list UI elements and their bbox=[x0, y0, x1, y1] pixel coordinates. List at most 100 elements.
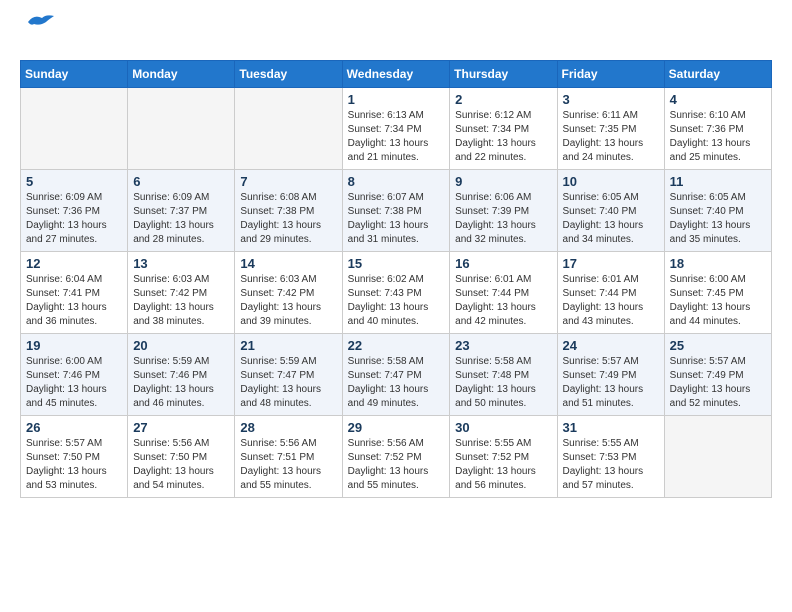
day-number: 6 bbox=[133, 174, 229, 189]
weekday-header: Tuesday bbox=[235, 61, 342, 88]
weekday-header: Thursday bbox=[450, 61, 557, 88]
day-info: Sunrise: 6:13 AMSunset: 7:34 PMDaylight:… bbox=[348, 109, 445, 165]
calendar-day-cell: 31 Sunrise: 5:55 AMSunset: 7:53 PMDayligh… bbox=[557, 416, 664, 498]
weekday-header: Sunday bbox=[21, 61, 128, 88]
day-number: 4 bbox=[670, 92, 766, 107]
calendar-day-cell: 3 Sunrise: 6:11 AMSunset: 7:35 PMDaylight… bbox=[557, 88, 664, 170]
calendar-day-cell: 30 Sunrise: 5:55 AMSunset: 7:52 PMDayligh… bbox=[450, 416, 557, 498]
day-info: Sunrise: 5:59 AMSunset: 7:47 PMDaylight:… bbox=[240, 355, 336, 411]
day-number: 13 bbox=[133, 256, 229, 271]
day-number: 24 bbox=[563, 338, 659, 353]
calendar-day-cell: 8 Sunrise: 6:07 AMSunset: 7:38 PMDaylight… bbox=[342, 170, 450, 252]
day-number: 28 bbox=[240, 420, 336, 435]
day-number: 22 bbox=[348, 338, 445, 353]
day-number: 30 bbox=[455, 420, 551, 435]
day-info: Sunrise: 5:57 AMSunset: 7:49 PMDaylight:… bbox=[563, 355, 659, 411]
day-info: Sunrise: 6:11 AMSunset: 7:35 PMDaylight:… bbox=[563, 109, 659, 165]
day-info: Sunrise: 5:55 AMSunset: 7:53 PMDaylight:… bbox=[563, 437, 659, 493]
day-number: 18 bbox=[670, 256, 766, 271]
calendar-day-cell: 4 Sunrise: 6:10 AMSunset: 7:36 PMDaylight… bbox=[664, 88, 771, 170]
day-info: Sunrise: 6:07 AMSunset: 7:38 PMDaylight:… bbox=[348, 191, 445, 247]
calendar-day-cell: 23Sunrise: 5:58 AMSunset: 7:48 PMDayligh… bbox=[450, 334, 557, 416]
day-number: 2 bbox=[455, 92, 551, 107]
day-info: Sunrise: 5:57 AMSunset: 7:50 PMDaylight:… bbox=[26, 437, 122, 493]
day-number: 20 bbox=[133, 338, 229, 353]
calendar-day-cell: 29 Sunrise: 5:56 AMSunset: 7:52 PMDayligh… bbox=[342, 416, 450, 498]
day-number: 11 bbox=[670, 174, 766, 189]
calendar-day-cell: 15 Sunrise: 6:02 AMSunset: 7:43 PMDayligh… bbox=[342, 252, 450, 334]
day-info: Sunrise: 6:05 AMSunset: 7:40 PMDaylight:… bbox=[563, 191, 659, 247]
day-number: 31 bbox=[563, 420, 659, 435]
page-header bbox=[20, 20, 772, 44]
day-number: 17 bbox=[563, 256, 659, 271]
day-info: Sunrise: 6:04 AMSunset: 7:41 PMDaylight:… bbox=[26, 273, 122, 329]
calendar-day-cell: 11 Sunrise: 6:05 AMSunset: 7:40 PMDayligh… bbox=[664, 170, 771, 252]
day-info: Sunrise: 5:56 AMSunset: 7:50 PMDaylight:… bbox=[133, 437, 229, 493]
day-number: 1 bbox=[348, 92, 445, 107]
calendar-day-cell: 9 Sunrise: 6:06 AMSunset: 7:39 PMDaylight… bbox=[450, 170, 557, 252]
day-number: 5 bbox=[26, 174, 122, 189]
calendar-day-cell bbox=[128, 88, 235, 170]
calendar-week-row: 26 Sunrise: 5:57 AMSunset: 7:50 PMDayligh… bbox=[21, 416, 772, 498]
day-number: 10 bbox=[563, 174, 659, 189]
calendar-day-cell: 18 Sunrise: 6:00 AMSunset: 7:45 PMDayligh… bbox=[664, 252, 771, 334]
calendar-day-cell: 7 Sunrise: 6:08 AMSunset: 7:38 PMDaylight… bbox=[235, 170, 342, 252]
day-number: 7 bbox=[240, 174, 336, 189]
day-info: Sunrise: 6:01 AMSunset: 7:44 PMDaylight:… bbox=[455, 273, 551, 329]
calendar-day-cell: 12 Sunrise: 6:04 AMSunset: 7:41 PMDayligh… bbox=[21, 252, 128, 334]
day-info: Sunrise: 5:58 AMSunset: 7:48 PMDaylight:… bbox=[455, 355, 551, 411]
day-info: Sunrise: 5:56 AMSunset: 7:52 PMDaylight:… bbox=[348, 437, 445, 493]
weekday-header: Wednesday bbox=[342, 61, 450, 88]
day-info: Sunrise: 6:09 AMSunset: 7:36 PMDaylight:… bbox=[26, 191, 122, 247]
day-number: 14 bbox=[240, 256, 336, 271]
calendar-day-cell: 24 Sunrise: 5:57 AMSunset: 7:49 PMDayligh… bbox=[557, 334, 664, 416]
calendar-day-cell: 25 Sunrise: 5:57 AMSunset: 7:49 PMDayligh… bbox=[664, 334, 771, 416]
day-info: Sunrise: 6:09 AMSunset: 7:37 PMDaylight:… bbox=[133, 191, 229, 247]
day-number: 26 bbox=[26, 420, 122, 435]
calendar-day-cell bbox=[664, 416, 771, 498]
day-info: Sunrise: 6:00 AMSunset: 7:45 PMDaylight:… bbox=[670, 273, 766, 329]
weekday-header: Monday bbox=[128, 61, 235, 88]
calendar-week-row: 1 Sunrise: 6:13 AMSunset: 7:34 PMDaylight… bbox=[21, 88, 772, 170]
day-info: Sunrise: 5:58 AMSunset: 7:47 PMDaylight:… bbox=[348, 355, 445, 411]
calendar-day-cell: 13 Sunrise: 6:03 AMSunset: 7:42 PMDayligh… bbox=[128, 252, 235, 334]
day-info: Sunrise: 6:05 AMSunset: 7:40 PMDaylight:… bbox=[670, 191, 766, 247]
calendar-day-cell: 5 Sunrise: 6:09 AMSunset: 7:36 PMDaylight… bbox=[21, 170, 128, 252]
calendar-day-cell bbox=[21, 88, 128, 170]
weekday-header-row: SundayMondayTuesdayWednesdayThursdayFrid… bbox=[21, 61, 772, 88]
calendar-day-cell: 16 Sunrise: 6:01 AMSunset: 7:44 PMDayligh… bbox=[450, 252, 557, 334]
day-number: 15 bbox=[348, 256, 445, 271]
day-info: Sunrise: 6:03 AMSunset: 7:42 PMDaylight:… bbox=[240, 273, 336, 329]
calendar-day-cell: 6 Sunrise: 6:09 AMSunset: 7:37 PMDaylight… bbox=[128, 170, 235, 252]
day-number: 19 bbox=[26, 338, 122, 353]
day-number: 21 bbox=[240, 338, 336, 353]
day-info: Sunrise: 6:08 AMSunset: 7:38 PMDaylight:… bbox=[240, 191, 336, 247]
day-number: 25 bbox=[670, 338, 766, 353]
day-number: 3 bbox=[563, 92, 659, 107]
calendar-day-cell: 19 Sunrise: 6:00 AMSunset: 7:46 PMDayligh… bbox=[21, 334, 128, 416]
day-info: Sunrise: 6:00 AMSunset: 7:46 PMDaylight:… bbox=[26, 355, 122, 411]
day-info: Sunrise: 5:59 AMSunset: 7:46 PMDaylight:… bbox=[133, 355, 229, 411]
day-info: Sunrise: 5:56 AMSunset: 7:51 PMDaylight:… bbox=[240, 437, 336, 493]
logo-bird-icon bbox=[26, 12, 56, 34]
logo bbox=[20, 20, 56, 44]
day-info: Sunrise: 6:02 AMSunset: 7:43 PMDaylight:… bbox=[348, 273, 445, 329]
calendar-day-cell: 2Sunrise: 6:12 AMSunset: 7:34 PMDaylight… bbox=[450, 88, 557, 170]
day-number: 9 bbox=[455, 174, 551, 189]
day-number: 12 bbox=[26, 256, 122, 271]
calendar-day-cell bbox=[235, 88, 342, 170]
day-info: Sunrise: 5:55 AMSunset: 7:52 PMDaylight:… bbox=[455, 437, 551, 493]
calendar-day-cell: 21 Sunrise: 5:59 AMSunset: 7:47 PMDayligh… bbox=[235, 334, 342, 416]
day-info: Sunrise: 6:01 AMSunset: 7:44 PMDaylight:… bbox=[563, 273, 659, 329]
calendar-table: SundayMondayTuesdayWednesdayThursdayFrid… bbox=[20, 60, 772, 498]
calendar-day-cell: 26 Sunrise: 5:57 AMSunset: 7:50 PMDayligh… bbox=[21, 416, 128, 498]
day-info: Sunrise: 6:06 AMSunset: 7:39 PMDaylight:… bbox=[455, 191, 551, 247]
day-info: Sunrise: 6:10 AMSunset: 7:36 PMDaylight:… bbox=[670, 109, 766, 165]
day-number: 29 bbox=[348, 420, 445, 435]
day-info: Sunrise: 6:03 AMSunset: 7:42 PMDaylight:… bbox=[133, 273, 229, 329]
day-number: 8 bbox=[348, 174, 445, 189]
day-number: 16 bbox=[455, 256, 551, 271]
day-info: Sunrise: 5:57 AMSunset: 7:49 PMDaylight:… bbox=[670, 355, 766, 411]
weekday-header: Saturday bbox=[664, 61, 771, 88]
calendar-day-cell: 14 Sunrise: 6:03 AMSunset: 7:42 PMDayligh… bbox=[235, 252, 342, 334]
